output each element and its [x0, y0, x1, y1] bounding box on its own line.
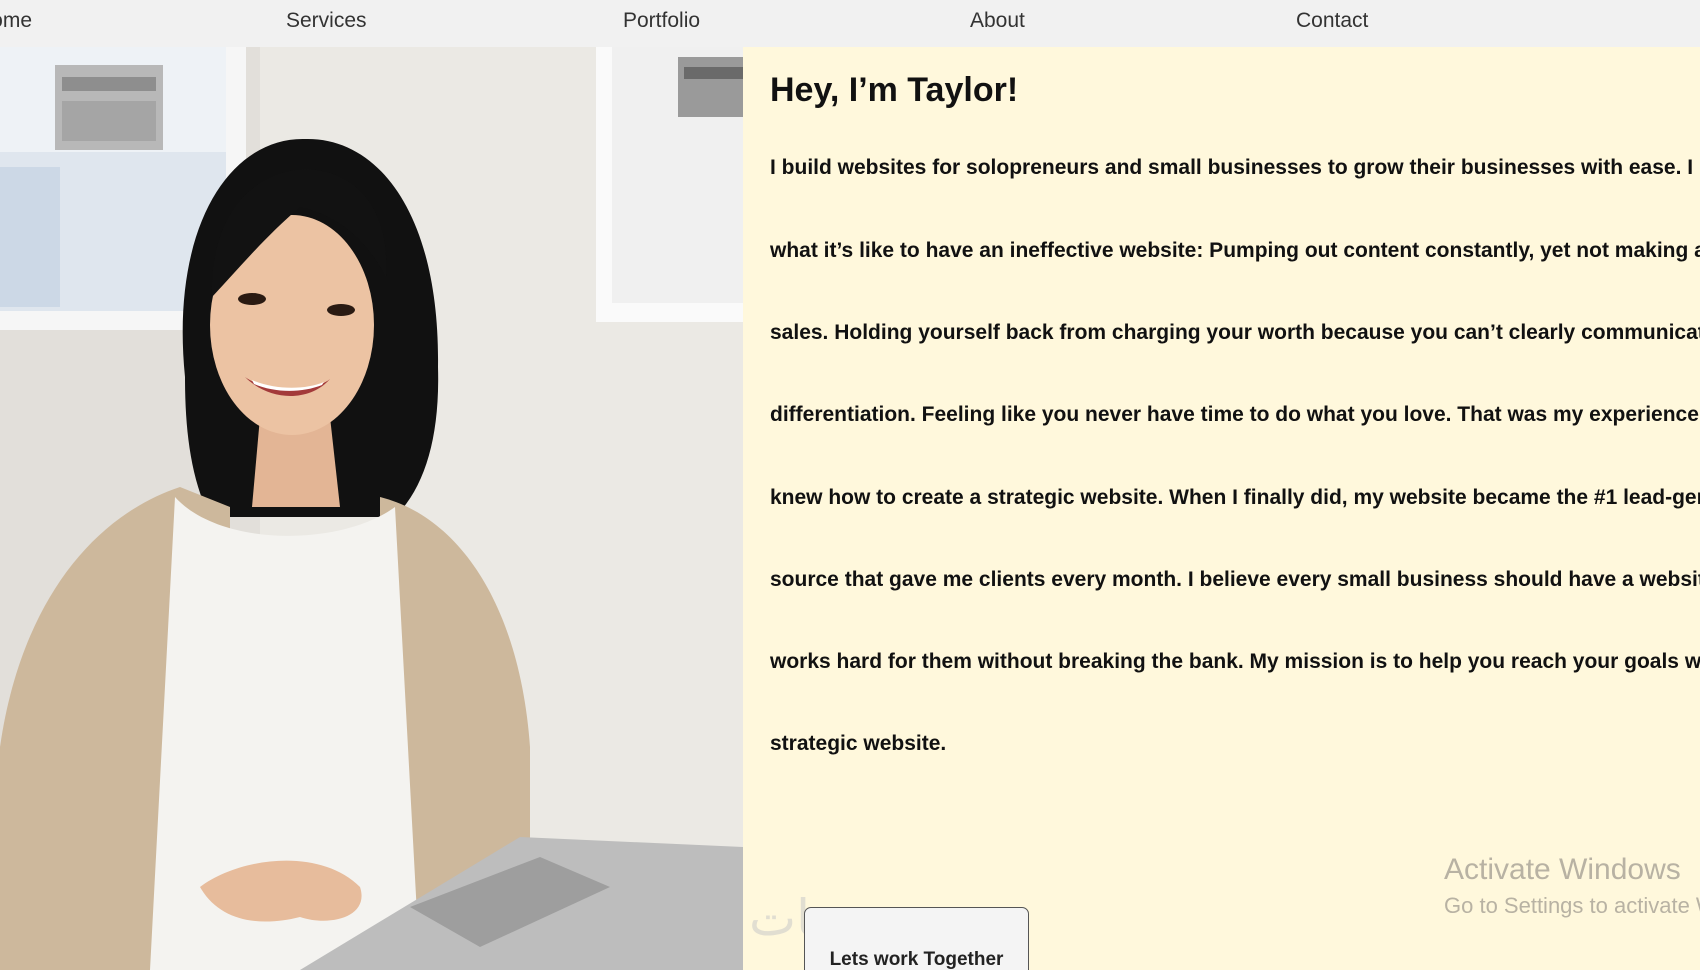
- profile-photo: [0, 47, 743, 970]
- lets-work-together-button[interactable]: Lets work Together: [804, 907, 1029, 970]
- bio-line: strategic website.: [770, 732, 947, 755]
- nav-portfolio-link[interactable]: Portfolio: [623, 9, 700, 33]
- top-nav: Home Services Portfolio About Contact: [0, 0, 1700, 47]
- profile-photo-illustration: [0, 47, 743, 970]
- bio-line: sales. Holding yourself back from chargi…: [770, 321, 1700, 344]
- bio-line: what it’s like to have an ineffective we…: [770, 239, 1700, 262]
- nav-about-link[interactable]: About: [970, 9, 1025, 33]
- activate-windows-notice: Activate Windows Go to Settings to activ…: [1444, 853, 1700, 919]
- bio-line: knew how to create a strategic website. …: [770, 486, 1700, 509]
- activate-windows-subtitle: Go to Settings to activate Windows.: [1444, 893, 1700, 918]
- bio-line: works hard for them without breaking the…: [770, 650, 1700, 673]
- nav-services-link[interactable]: Services: [286, 9, 367, 33]
- bio-line: differentiation. Feeling like you never …: [770, 403, 1700, 426]
- bio-line: I build websites for solopreneurs and sm…: [770, 156, 1700, 179]
- about-section: Hey, I’m Taylor! I build websites for so…: [743, 47, 1700, 970]
- activate-windows-title: Activate Windows: [1444, 853, 1681, 886]
- bio-line: source that gave me clients every month.…: [770, 568, 1700, 591]
- nav-contact-link[interactable]: Contact: [1296, 9, 1368, 33]
- nav-home-link[interactable]: Home: [0, 9, 32, 33]
- about-heading: Hey, I’m Taylor!: [770, 71, 1019, 109]
